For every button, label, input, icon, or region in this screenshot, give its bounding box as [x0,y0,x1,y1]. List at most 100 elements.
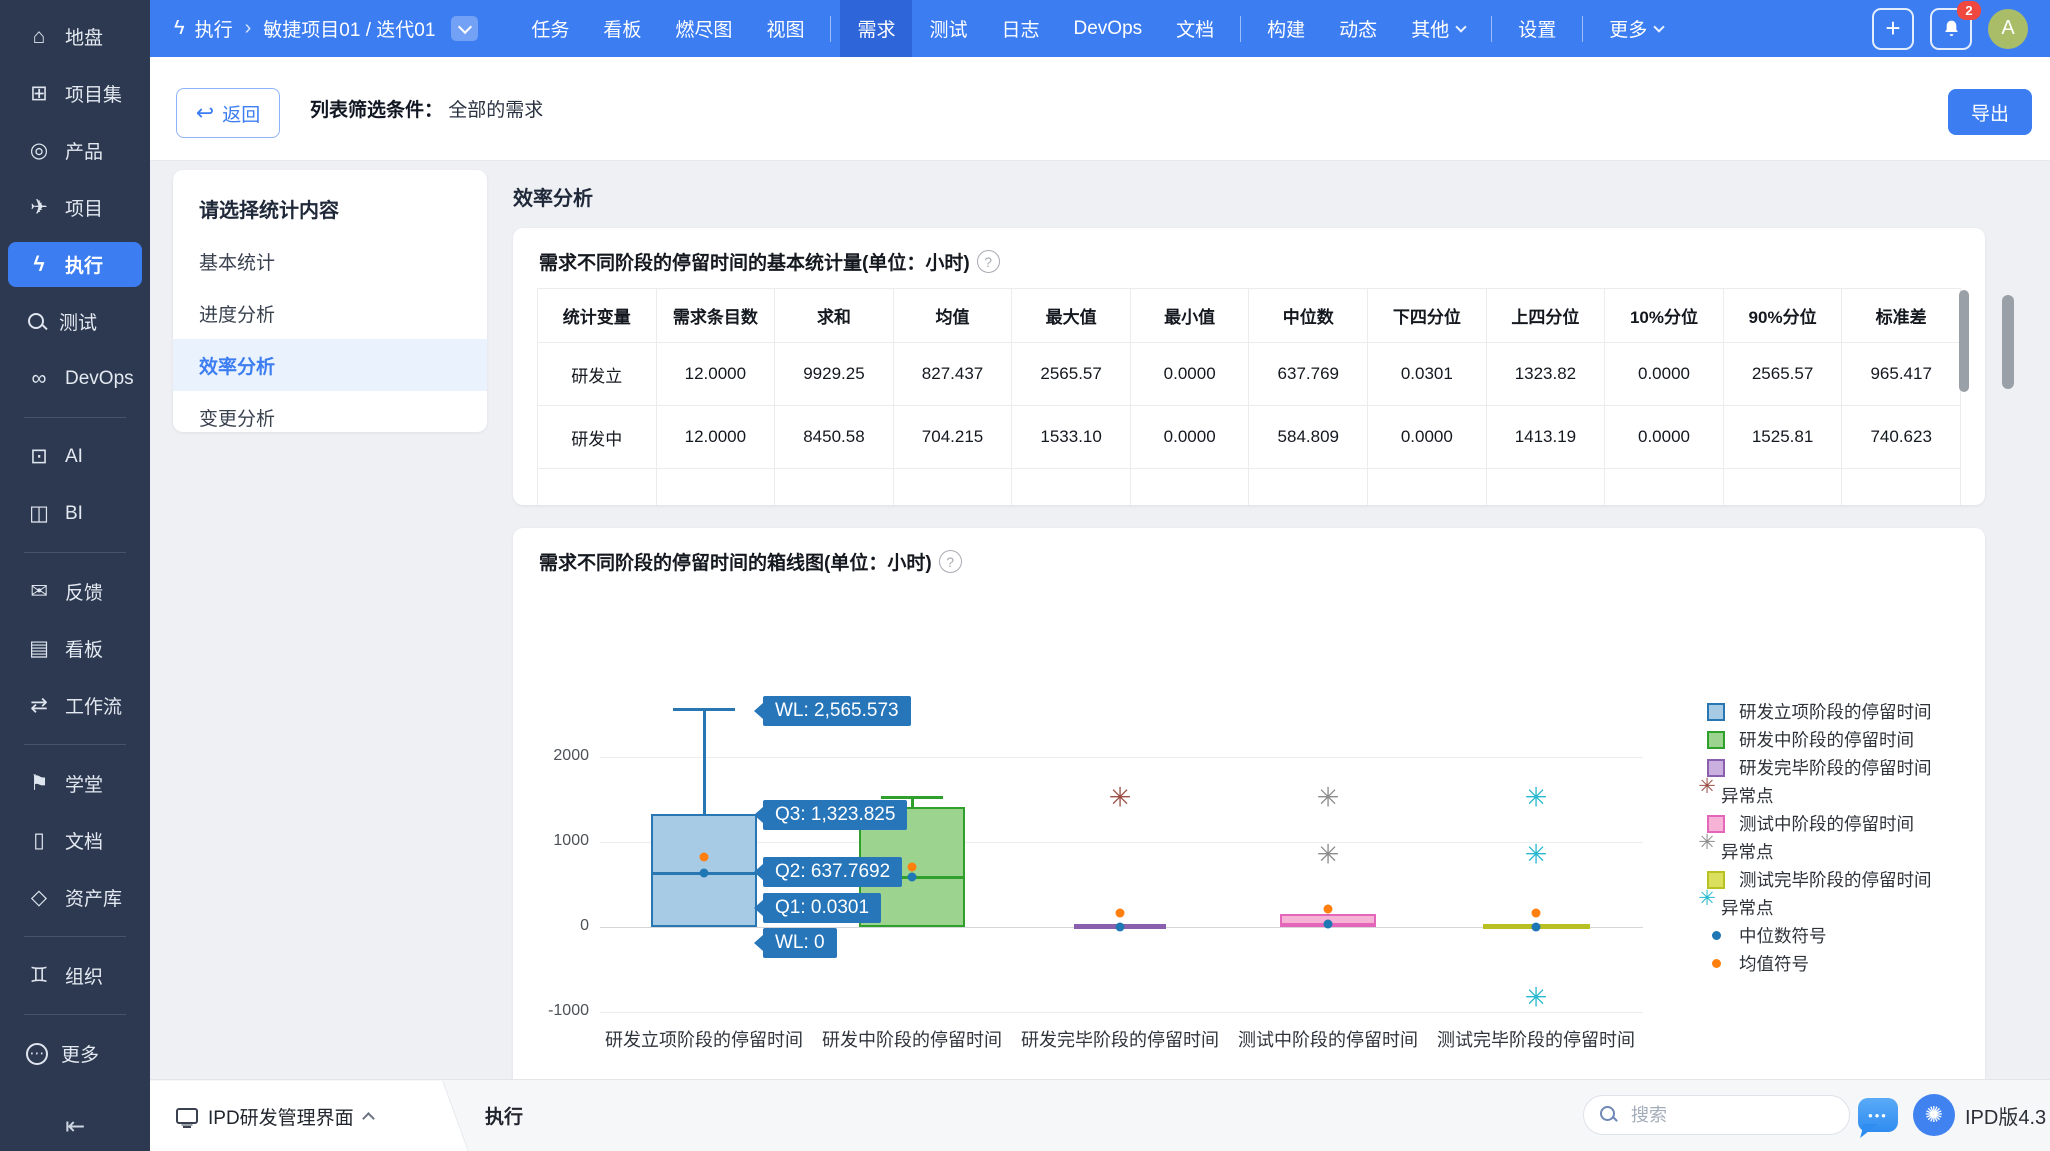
breadcrumb-project[interactable]: 敏捷项目01 / 迭代01 [263,15,435,42]
x-axis-label: 测试完毕阶段的停留时间 [1411,1026,1661,1052]
breadcrumb: ϟ 执行 › 敏捷项目01 / 迭代01 [150,15,478,42]
legend-asterisk-icon: ✳ [1698,890,1716,908]
table-scrollbar[interactable] [1959,290,1969,392]
sidebar-item-workflow[interactable]: ⇄工作流 [0,677,150,734]
nav-item-更多[interactable]: 更多 [1592,0,1680,57]
navbar-divider [1582,16,1583,42]
legend-asterisk-icon: ✳ [1698,778,1716,796]
stats-table-title-text: 需求不同阶段的停留时间的基本统计量(单位：小时) [539,248,970,275]
search-icon [1600,1106,1618,1124]
sidebar-item-test[interactable]: 测试 [0,293,150,350]
page-scrollbar[interactable] [2002,295,2014,389]
nav-item-燃尽图[interactable]: 燃尽图 [658,0,749,57]
legend-item[interactable]: ✳异常点 [1707,896,1932,919]
median-dot [1324,920,1333,929]
nav-item-label: 构建 [1267,15,1305,42]
legend-label: 测试中阶段的停留时间 [1739,811,1914,836]
sidebar-collapse-icon[interactable]: ⇤ [0,1112,150,1141]
navbar-divider [1491,16,1492,42]
outlier-point: ✳ [1525,985,1548,1012]
legend-item[interactable]: 研发立项阶段的停留时间 [1707,700,1932,723]
table-col-header: 需求条目数 [656,289,775,343]
chevron-down-icon [1654,21,1665,32]
nav-item-视图[interactable]: 视图 [749,0,821,57]
bottom-search[interactable] [1583,1095,1850,1135]
sidebar-item-ai[interactable]: ⊡AI [0,428,150,485]
notification-button[interactable]: 2 [1930,8,1972,50]
sidebar-item-docs[interactable]: ▯文档 [0,812,150,869]
legend-item[interactable]: 研发中阶段的停留时间 [1707,728,1932,751]
stats-panel-items: 基本统计进度分析效率分析变更分析 [173,235,487,443]
nav-item-label: 视图 [766,15,804,42]
table-col-header: 中位数 [1249,289,1368,343]
nav-item-测试[interactable]: 测试 [912,0,984,57]
table-cell: 0.0000 [1130,343,1249,406]
legend-item[interactable]: ✳异常点 [1707,784,1932,807]
legend-dot-icon [1707,955,1725,973]
sidebar-item-org[interactable]: ♊组织 [0,947,150,1004]
table-col-header: 统计变量 [538,289,657,343]
legend-item[interactable]: 研发完毕阶段的停留时间 [1707,756,1932,779]
search-input[interactable] [1629,1104,1813,1127]
sidebar-item-feedback[interactable]: ✉反馈 [0,563,150,620]
nav-item-构建[interactable]: 构建 [1250,0,1322,57]
sidebar-item-project[interactable]: ✈项目 [0,179,150,236]
sidebar-item-bi[interactable]: ◫BI [0,485,150,542]
stats-panel-item-变更分析[interactable]: 变更分析 [173,391,487,443]
table-cell [1842,469,1961,506]
sidebar-item-label: 工作流 [65,692,122,719]
sidebar-item-kanban[interactable]: ▤看板 [0,620,150,677]
stats-panel-item-进度分析[interactable]: 进度分析 [173,287,487,339]
sidebar-divider [24,417,126,418]
legend-label: 异常点 [1721,839,1774,864]
sidebar-item-home[interactable]: ⌂地盘 [0,8,150,65]
table-cell: 0.0000 [1605,343,1724,406]
gridline [600,757,1643,758]
legend-label: 中位数符号 [1739,923,1827,948]
sidebar-item-product[interactable]: ◎产品 [0,122,150,179]
nav-item-文档[interactable]: 文档 [1159,0,1231,57]
app-tab[interactable]: IPD研发管理界面 [150,1081,426,1151]
help-icon[interactable]: ? [977,250,1000,273]
nav-item-需求[interactable]: 需求 [840,0,912,57]
outlier-point: ✳ [1525,842,1548,869]
app-logo[interactable]: ✺ [1913,1094,1955,1136]
y-tick-label: 2000 [521,747,589,765]
legend-item[interactable]: 测试中阶段的停留时间 [1707,812,1932,835]
nav-item-日志[interactable]: 日志 [984,0,1056,57]
nav-item-label: 设置 [1518,15,1556,42]
sidebar-item-school[interactable]: ⚑学堂 [0,755,150,812]
legend-item[interactable]: 测试完毕阶段的停留时间 [1707,868,1932,891]
chat-icon[interactable]: ••• [1858,1098,1898,1132]
runner-icon: ϟ [174,17,185,40]
nav-item-动态[interactable]: 动态 [1322,0,1394,57]
stats-panel-item-效率分析[interactable]: 效率分析 [173,339,487,391]
stats-panel-item-基本统计[interactable]: 基本统计 [173,235,487,287]
project-switch-dropdown[interactable] [451,16,478,41]
table-col-header: 上四分位 [1486,289,1605,343]
breadcrumb-context[interactable]: 执行 [195,15,233,42]
legend-item[interactable]: 中位数符号 [1707,924,1932,947]
add-button[interactable]: + [1872,8,1914,50]
nav-item-任务[interactable]: 任务 [514,0,586,57]
table-col-header: 90%分位 [1723,289,1842,343]
export-button[interactable]: 导出 [1948,89,2032,135]
outlier-point: ✳ [1317,842,1340,869]
nav-item-DevOps[interactable]: DevOps [1057,0,1160,57]
sidebar-item-execute[interactable]: ϟ执行 [8,242,142,287]
sidebar-divider [24,1014,126,1015]
back-button[interactable]: ↩ 返回 [176,88,280,138]
nav-item-看板[interactable]: 看板 [586,0,658,57]
legend-item[interactable]: 均值符号 [1707,952,1932,975]
avatar[interactable]: A [1988,9,2028,49]
sidebar-item-assets[interactable]: ◇资产库 [0,869,150,926]
legend-dot-icon [1707,927,1725,945]
sidebar-item-devops[interactable]: ∞DevOps [0,350,150,407]
nav-item-设置[interactable]: 设置 [1501,0,1573,57]
mean-dot [700,853,709,862]
legend-label: 研发完毕阶段的停留时间 [1739,755,1932,780]
sidebar-item-more[interactable]: ⋯更多 [0,1025,150,1082]
legend-item[interactable]: ✳异常点 [1707,840,1932,863]
nav-item-其他[interactable]: 其他 [1394,0,1482,57]
sidebar-item-project-set[interactable]: ⊞项目集 [0,65,150,122]
